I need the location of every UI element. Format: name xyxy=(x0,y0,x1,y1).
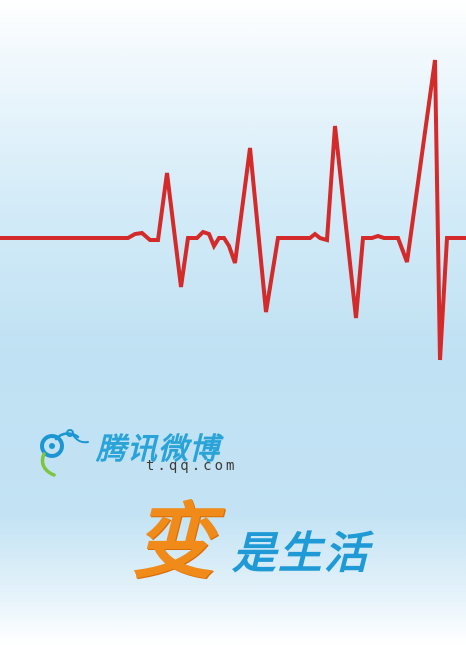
poster: 腾讯微博 t.qq.com 变 是生活 xyxy=(0,0,466,645)
slogan-rest: 是生活 xyxy=(232,528,370,579)
brand-url: t.qq.com xyxy=(146,458,238,474)
tencent-weibo-logo-icon xyxy=(40,429,89,477)
slogan-highlight: 变 xyxy=(132,495,214,590)
